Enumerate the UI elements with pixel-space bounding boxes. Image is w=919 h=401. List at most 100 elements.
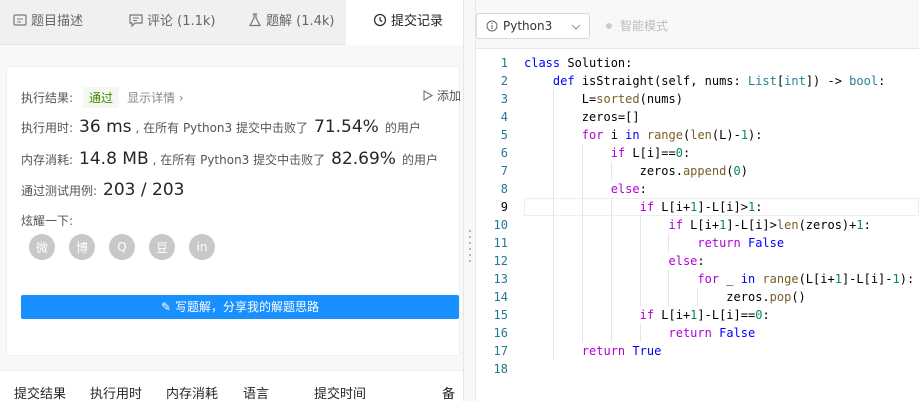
runtime-suffix: 的用户 <box>384 121 421 135</box>
line-number: 13 <box>493 272 508 286</box>
col-runtime[interactable]: 执行用时 <box>90 383 142 401</box>
code-text: return True <box>581 344 662 358</box>
weibo-icon[interactable]: 博 <box>69 234 95 260</box>
tab-comments-label: 评论 (1.1k) <box>147 14 216 29</box>
line-number: 4 <box>500 110 508 124</box>
left-panel: 题目描述 评论 (1.1k) 题解 (1.4k) 提交记录 执行结果: 通过 显示详… <box>0 0 463 401</box>
runtime-text: , 在所有 Python3 提交中击败了 <box>135 121 309 135</box>
write-solution-button[interactable]: ✎ 写题解，分享我的解题思路 <box>21 295 459 319</box>
add-note-button[interactable]: 添加 <box>423 87 461 104</box>
line-number: 3 <box>500 92 508 106</box>
submissions-table-header: 提交结果 执行用时 内存消耗 语言 提交时间 备 <box>0 370 463 401</box>
code-line[interactable]: 10 if L[i+1]-L[i]>len(zeros)+1: <box>476 216 919 234</box>
line-number: 8 <box>500 182 508 196</box>
code-line[interactable]: 1 class Solution: <box>476 54 919 72</box>
code-line[interactable]: 7 zeros.append(0) <box>476 162 919 180</box>
memory-label: 内存消耗: <box>21 153 74 167</box>
col-submit-time[interactable]: 提交时间 <box>314 383 366 401</box>
code-text: if L[i+1]-L[i]==0: <box>639 308 770 322</box>
code-text: if L[i]==0: <box>610 146 691 160</box>
tests-row: 通过测试用例: 203 / 203 <box>21 180 188 200</box>
code-line[interactable]: 4 zeros=[] <box>476 108 919 126</box>
code-text: return False <box>697 236 785 250</box>
share-label: 炫耀一下: <box>21 214 74 228</box>
code-text: for i in range(len(L)-1): <box>581 128 763 142</box>
code-text: zeros=[] <box>524 110 640 124</box>
info-circle-icon <box>486 20 498 32</box>
col-memory[interactable]: 内存消耗 <box>166 383 218 401</box>
code-line[interactable]: 16 return False <box>476 324 919 342</box>
tab-description[interactable]: 题目描述 <box>13 0 83 44</box>
memory-row: 内存消耗: 14.8 MB, 在所有 Python3 提交中击败了 82.69% 的用… <box>21 149 438 169</box>
memory-suffix: 的用户 <box>401 153 438 167</box>
code-line[interactable]: 2 def isStraight(self, nums: List[int]) … <box>476 72 919 90</box>
code-text: L=sorted(nums) <box>524 92 683 106</box>
code-text: else: <box>610 182 647 196</box>
code-line[interactable]: 11 return False <box>476 234 919 252</box>
language-value: Python3 <box>503 19 553 33</box>
code-line[interactable]: 8 else: <box>476 180 919 198</box>
smart-mode-toggle[interactable]: 智能模式 <box>606 13 668 39</box>
code-text: if L[i+1]-L[i]>len(zeros)+1: <box>668 218 871 232</box>
line-number: 5 <box>500 128 508 142</box>
runtime-label: 执行用时: <box>21 121 74 135</box>
pencil-icon: ✎ <box>161 300 172 314</box>
col-notes[interactable]: 备 <box>442 383 455 401</box>
col-language[interactable]: 语言 <box>243 383 269 401</box>
result-label: 执行结果: <box>21 91 74 105</box>
line-number: 14 <box>493 290 508 304</box>
qq-icon[interactable]: Q <box>109 234 135 260</box>
code-text: if L[i+1]-L[i]>1: <box>639 200 763 214</box>
code-line[interactable]: 13 for _ in range(L[i+1]-L[i]-1): <box>476 270 919 288</box>
linkedin-icon[interactable]: in <box>189 234 215 260</box>
code-text: return False <box>668 326 756 340</box>
drag-handle-icon <box>469 230 471 270</box>
line-number: 9 <box>500 200 508 214</box>
line-number: 7 <box>500 164 508 178</box>
line-number: 12 <box>493 254 508 268</box>
runtime-percent: 71.54% <box>314 117 379 137</box>
show-details-link[interactable]: 显示详情 › <box>127 91 184 105</box>
code-line[interactable]: 6 if L[i]==0: <box>476 144 919 162</box>
comment-icon <box>129 14 143 27</box>
code-line[interactable]: 15 if L[i+1]-L[i]==0: <box>476 306 919 324</box>
dot-icon <box>606 23 612 29</box>
tab-submissions[interactable]: 提交记录 <box>346 0 463 45</box>
tab-submissions-label: 提交记录 <box>391 14 444 29</box>
tab-solutions-label: 题解 (1.4k) <box>266 14 335 29</box>
line-number: 10 <box>493 218 508 232</box>
code-line[interactable]: 5 for i in range(len(L)-1): <box>476 126 919 144</box>
runtime-value: 36 ms <box>79 117 132 137</box>
line-number: 18 <box>493 362 508 376</box>
submission-result-card: 执行结果: 通过 显示详情 › 添加 执行用时: 36 ms, 在所有 Python3… <box>6 66 461 356</box>
line-number: 15 <box>493 308 508 322</box>
clock-icon <box>373 13 387 27</box>
douban-icon[interactable]: 豆 <box>149 234 175 260</box>
wechat-icon[interactable]: 微 <box>29 234 55 260</box>
code-text: zeros.pop() <box>524 290 806 304</box>
panel-resizer[interactable] <box>463 0 476 401</box>
status-badge: 通过 <box>83 87 120 108</box>
language-select[interactable]: Python3 <box>476 13 590 39</box>
chevron-right-icon: › <box>178 91 184 105</box>
description-icon <box>13 14 27 26</box>
tab-bar: 题目描述 评论 (1.1k) 题解 (1.4k) 提交记录 <box>0 0 463 45</box>
col-result[interactable]: 提交结果 <box>14 383 66 401</box>
code-line[interactable]: 17 return True <box>476 342 919 360</box>
editor-panel: Python3 智能模式 1 class Solution: 2 def isStr… <box>476 0 919 401</box>
memory-value: 14.8 MB <box>79 149 149 169</box>
memory-percent: 82.69% <box>331 149 396 169</box>
line-number: 6 <box>500 146 508 160</box>
code-line[interactable]: 12 else: <box>476 252 919 270</box>
code-line[interactable]: 3 L=sorted(nums) <box>476 90 919 108</box>
code-line[interactable]: 18 <box>476 360 919 378</box>
tests-value: 203 / 203 <box>103 180 185 200</box>
memory-text: , 在所有 Python3 提交中击败了 <box>152 153 326 167</box>
tab-solutions[interactable]: 题解 (1.4k) <box>248 0 334 44</box>
code-line[interactable]: 14 zeros.pop() <box>476 288 919 306</box>
line-number: 17 <box>493 344 508 358</box>
code-line[interactable]: 9 if L[i+1]-L[i]>1: <box>476 198 919 216</box>
tab-comments[interactable]: 评论 (1.1k) <box>129 0 215 44</box>
runtime-row: 执行用时: 36 ms, 在所有 Python3 提交中击败了 71.54% 的用户 <box>21 117 421 137</box>
code-text: for _ in range(L[i+1]-L[i]-1): <box>697 272 915 286</box>
